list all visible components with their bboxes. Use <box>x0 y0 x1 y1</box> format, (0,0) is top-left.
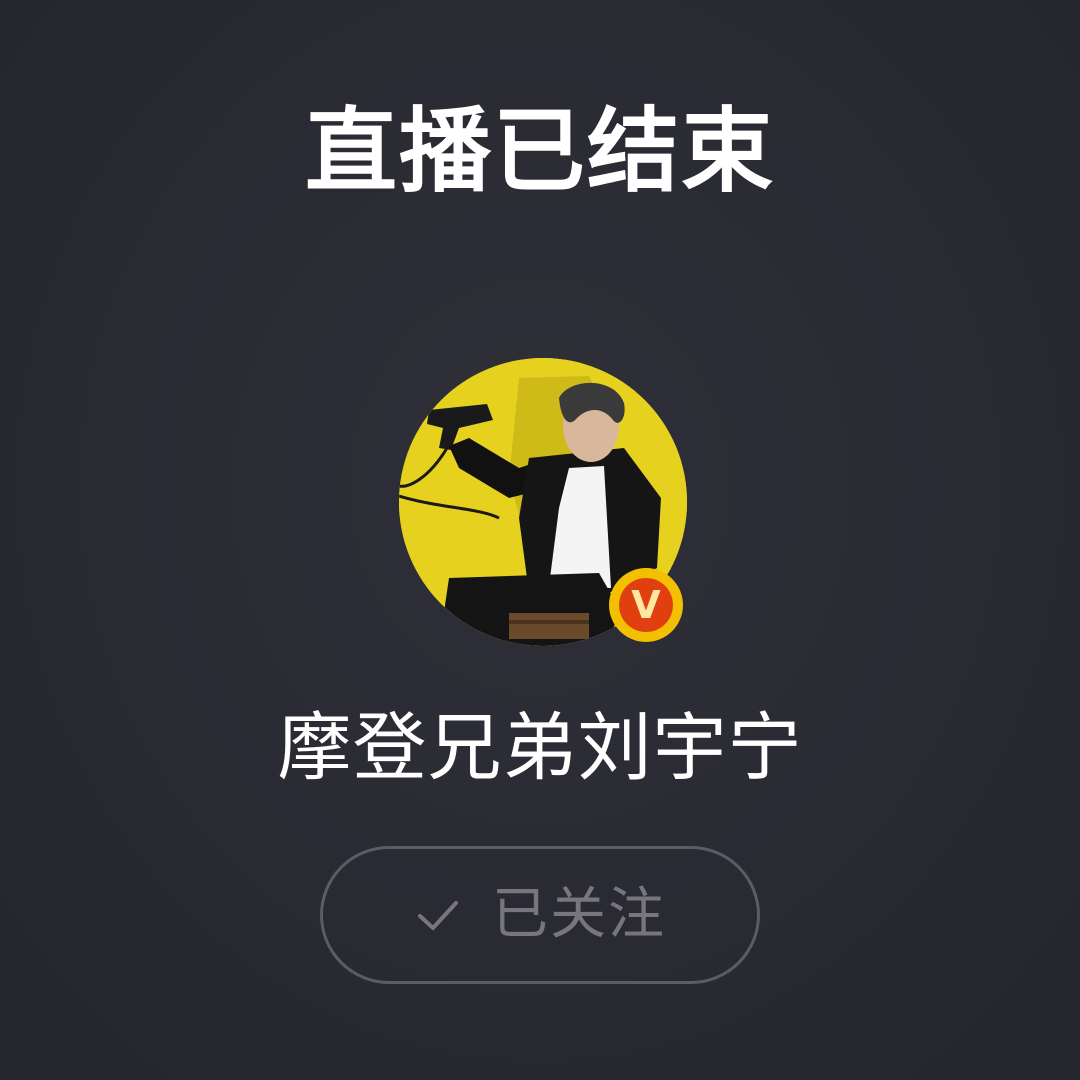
live-ended-screen: 直播已结束 V 摩登兄弟刘宇宁 已关注 <box>0 0 1080 1080</box>
page-title: 直播已结束 <box>304 98 775 205</box>
followed-label: 已关注 <box>492 882 666 947</box>
check-icon <box>418 901 458 930</box>
streamer-name[interactable]: 摩登兄弟刘宇宁 <box>0 700 1080 796</box>
streamer-avatar-container[interactable]: V <box>399 358 687 646</box>
verified-badge-letter: V <box>619 578 673 632</box>
followed-button[interactable]: 已关注 <box>320 846 760 984</box>
verified-badge-icon: V <box>609 568 683 642</box>
